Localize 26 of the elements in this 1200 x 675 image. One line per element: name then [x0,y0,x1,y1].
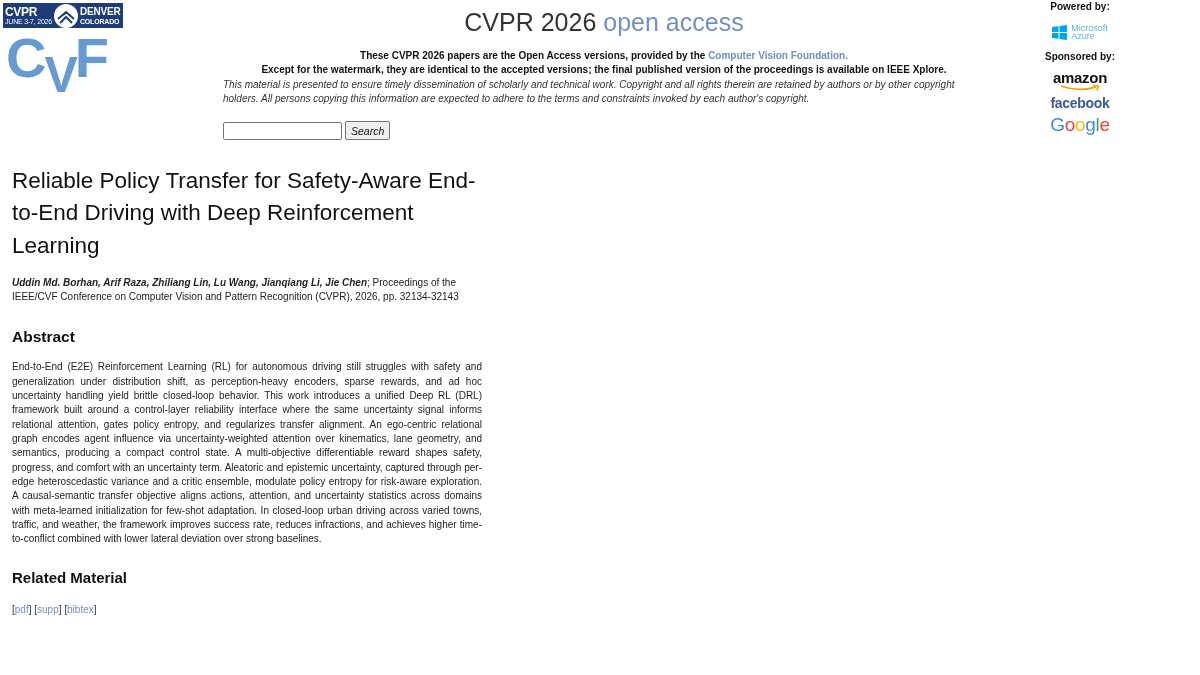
related-material-heading: Related Material [12,569,129,588]
windows-logo-icon [1052,24,1068,40]
amazon-wordmark: amazon [1052,70,1108,86]
notice-text: Except for the watermark, they are identical to the accepted versions; the final published version of the proceedings is available on IEEE Xplore. [260,63,948,78]
material-link[interactable]: supp [37,604,59,616]
citation-text: Uddin Md. Borhan, Arif Raza, Zhiliang Lin, Lu Wang, Jianqiang Li, Jie Chen; Proceedings of the IEEE/CVF Conference on Computer Vision and Pattern Recognition (CVPR), 2026, pp. 32134-32143 [12,276,460,305]
disclaimer-text: This material is presented to ensure timely dissemination of scholarly and technical work. Copyright and all rights therein are retained by authors or by other copyright holders. All persons copying this information are expected to adhere to the terms and constraints invoked by each author's copyright. [223,77,956,106]
cvf-link[interactable]: Computer Vision Foundation. [708,50,848,61]
smile-arrow-icon [1060,85,1100,91]
related-links-text: [pdf] [supp] [bibtex] [12,603,98,618]
paper-title: Reliable Policy Transfer for Safety-Aware End-to-End Driving with Deep Reinforcement Learning [12,167,477,260]
search-button[interactable]: Search [345,121,391,141]
powered-by-label: Powered by: [1050,0,1110,13]
abstract-text: End-to-End (E2E) Reinforcement Learning (RL) for autonomous driving still struggles with safety and generalization under distribution shift, as perception-heavy encoders, sparse rewards, and ad hoc uncertainty handling yield brittle closed-loop behavior. This work introduces a unified Deep RL (DRL) framework built around a control-layer reliability interface where the same uncertainty signal informs relational attention, gates policy entropy, and regularizes transfer alignment. An ego-centric relational graph encodes agent influence via uncertainty-weighted attention over kinematics, lane geometry, and semantics, producing a compact control state. A multi-objective differentiable reward shapes safety, progress, and comfort with an uncertainty term. Aleatoric and epistemic uncertainty, captured through per-edge heteroscedastic variance and a critic ensemble, modulate policy entropy for risk-aware exploration. A causal-semantic transfer objective aligns actions, attention, and uncertainty statistics across domains with meta-learned initialization for few-shot adaptation. In closed-loop urban driving across varied towns, traffic, and weather, the framework improves success rate, reduces infractions, and achieves higher time-to-conflict combined with lower lateral deviation over strong baselines. [12,360,482,547]
azure-wordmark: Microsoft [1071,24,1108,32]
sponsored-by-label: Sponsored by: [1045,50,1115,63]
site-title: CVPR 2026 open access [463,7,745,37]
material-link[interactable]: bibtex [67,604,94,616]
facebook-wordmark: facebook [1050,95,1110,111]
abstract-heading: Abstract [12,327,76,347]
google-wordmark: Google [1050,114,1110,136]
badge-acronym: CVPR [5,5,38,18]
badge-city: DENVER [80,5,121,17]
notice-text: These CVPR 2026 papers are the Open Access versions, provided by the Computer Vision Foundation. [359,49,849,63]
search-field[interactable] [223,121,342,140]
azure-wordmark: Azure [1071,32,1096,40]
